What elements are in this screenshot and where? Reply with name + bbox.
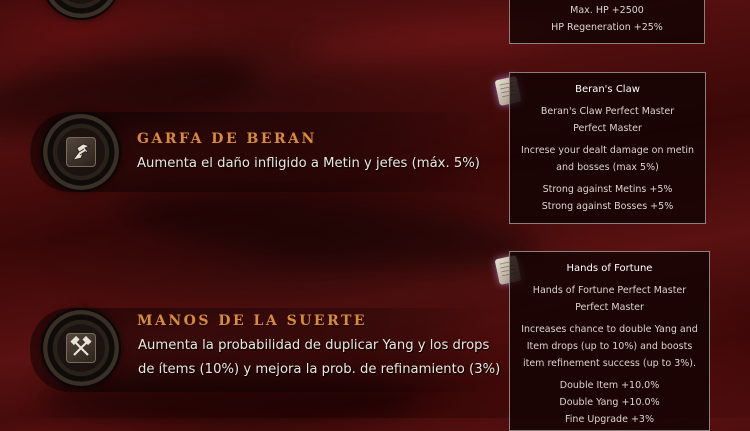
tooltip-description: item refinement success (up to 3%).: [522, 358, 697, 369]
skill-description-line: de ítems (10%) y mejora la prob. de refi…: [138, 362, 501, 377]
claw-icon: [66, 137, 96, 167]
tooltip-stat: Strong against Metins +5%: [542, 184, 673, 195]
tooltip-top: Max. HP +2500 HP Regeneration +25%: [509, 0, 705, 44]
tooltip-stat: Max. HP +2500: [570, 5, 644, 16]
tooltip-rank: Perfect Master: [573, 123, 642, 134]
skill-emblem[interactable]: [43, 310, 119, 386]
tooltip-stat: Double Item +10.0%: [559, 380, 660, 391]
tooltip-stat: Strong against Bosses +5%: [541, 201, 674, 212]
background-swirl: [118, 178, 542, 282]
tooltip-title: Hands of Fortune: [566, 263, 653, 274]
skill-emblem[interactable]: [43, 114, 119, 190]
tooltip-stat: Double Yang +10.0%: [559, 397, 660, 408]
tooltip-berans-claw: Beran's Claw Beran's Claw Perfect Master…: [509, 72, 706, 224]
tooltip-description: Increases chance to double Yang and: [521, 324, 698, 335]
tooltip-rank: Perfect Master: [575, 302, 644, 313]
tooltip-hands-of-fortune: Hands of Fortune Hands of Fortune Perfec…: [509, 251, 710, 431]
skill-description-line: Aumenta la probabilidad de duplicar Yang…: [138, 338, 490, 353]
crossed-hammers-icon: [66, 333, 96, 363]
tooltip-rank: Hands of Fortune Perfect Master: [532, 285, 687, 296]
tooltip-description: Item drops (up to 10%) and boosts: [526, 341, 693, 352]
skill-title: GARFA DE BERAN: [137, 131, 317, 147]
tooltip-stat: Fine Upgrade +3%: [565, 414, 654, 425]
tooltip-stat: HP Regeneration +25%: [551, 22, 663, 33]
skill-title: MANOS DE LA SUERTE: [137, 313, 368, 329]
skill-emblem-partial: [43, 0, 119, 18]
tooltip-rank: Beran's Claw Perfect Master: [540, 106, 675, 117]
tooltip-description: Increse your dealt damage on metin: [520, 145, 695, 156]
tooltip-title: Beran's Claw: [575, 84, 640, 95]
skill-description: Aumenta el daño infligido a Metin y jefe…: [137, 156, 480, 171]
tooltip-description: and bosses (max 5%): [556, 162, 659, 173]
